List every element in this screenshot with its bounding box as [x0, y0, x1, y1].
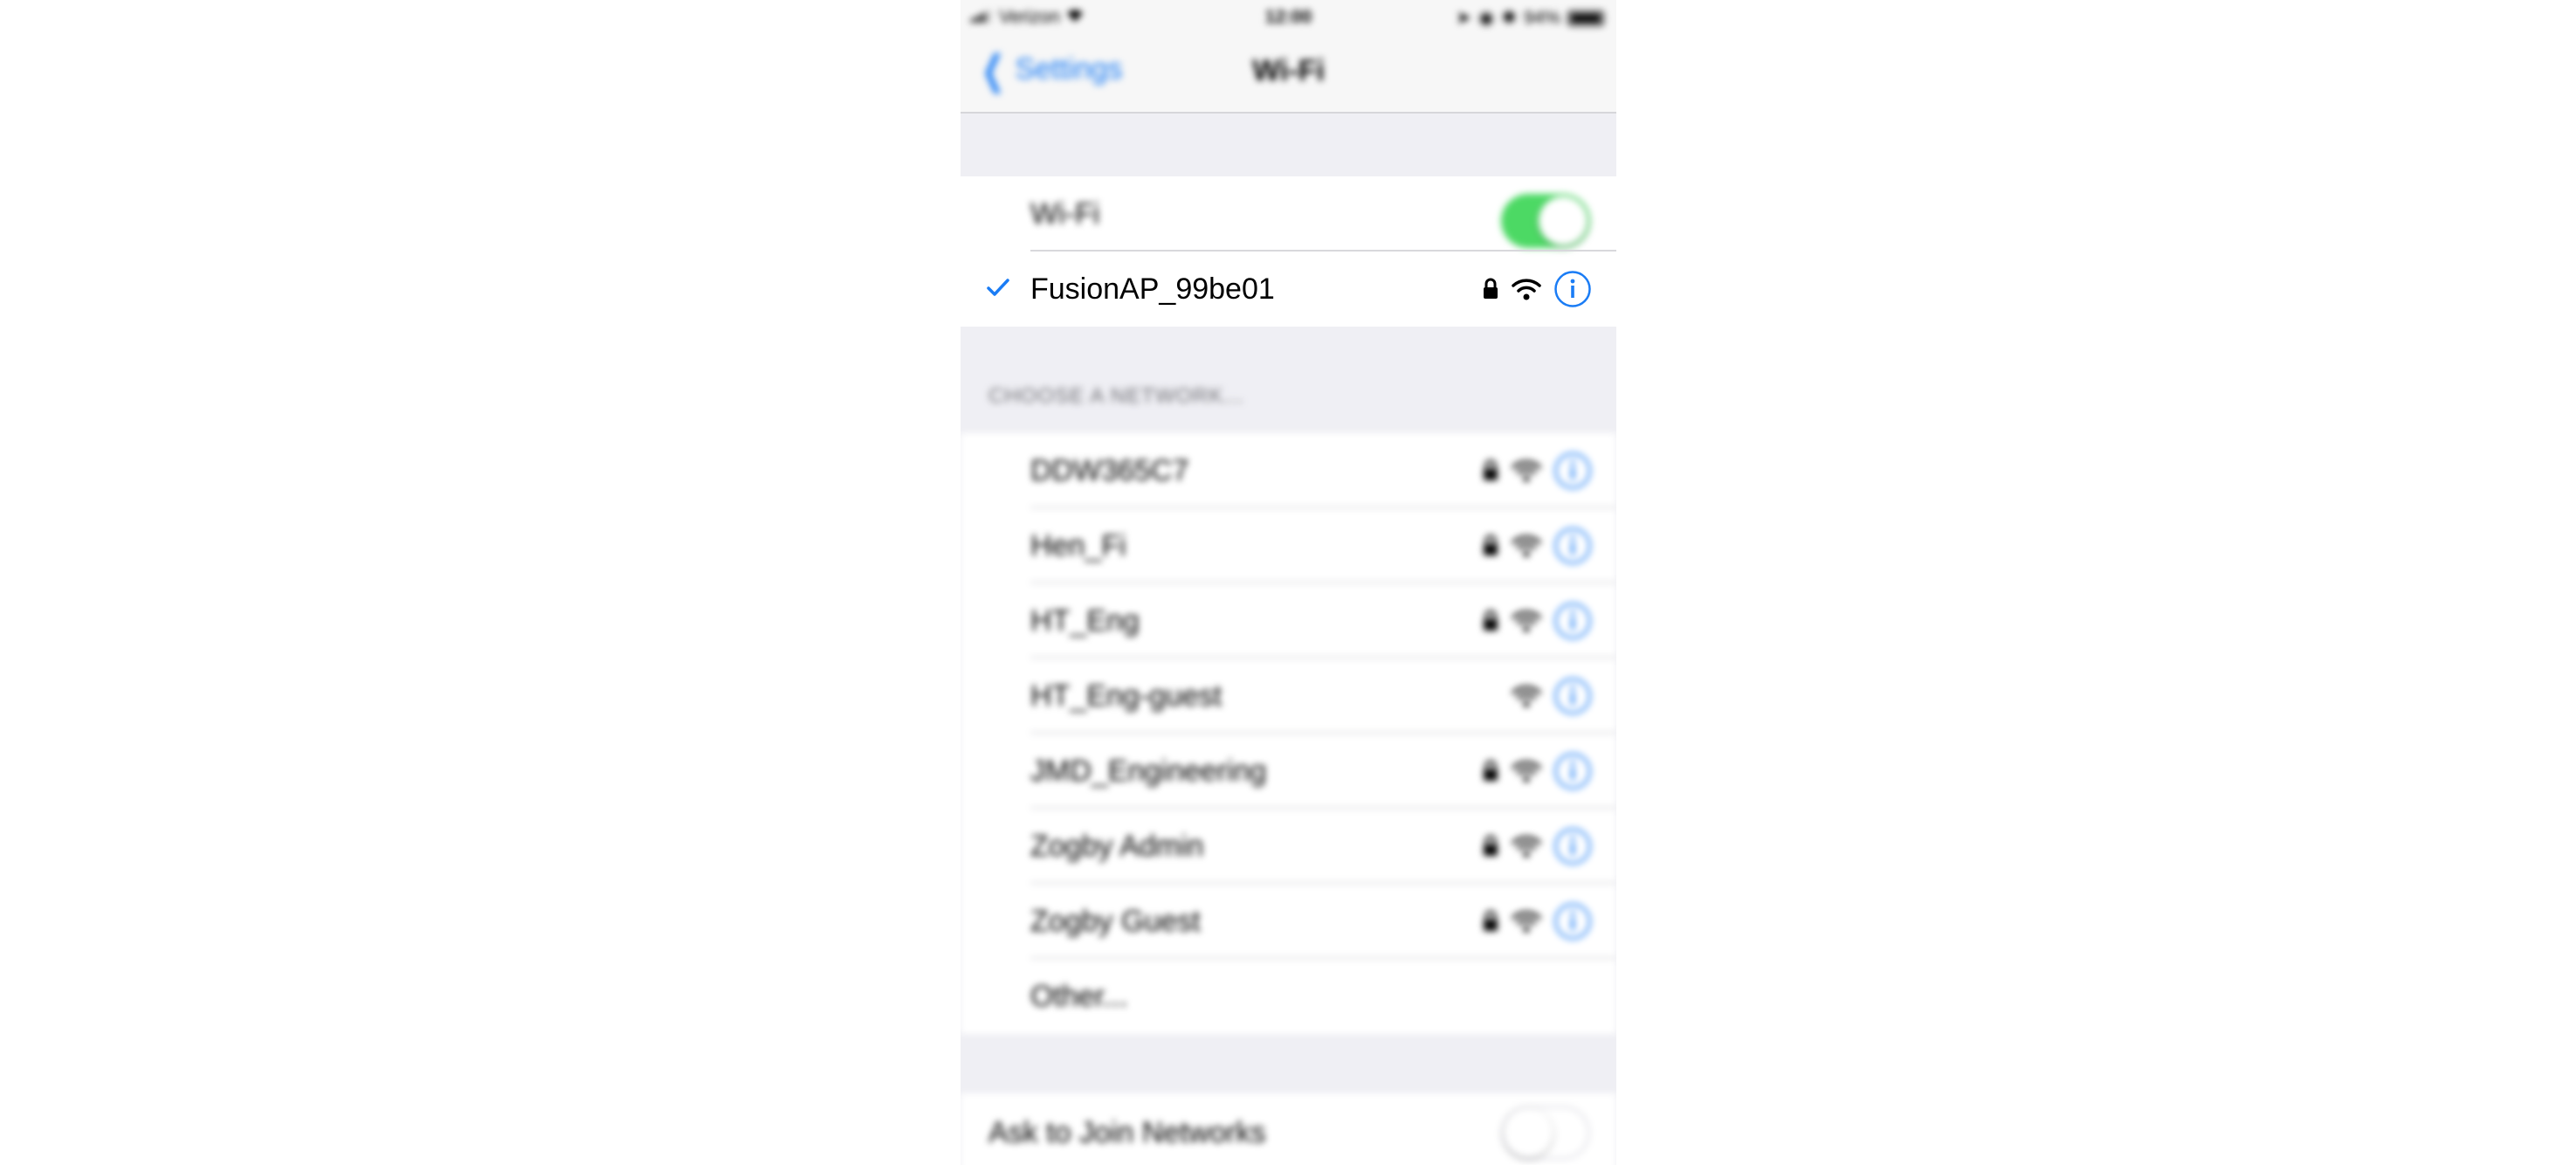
wifi-signal-icon [1512, 610, 1541, 632]
info-icon[interactable] [1553, 902, 1592, 941]
connected-network-name: FusionAP_99be01 [1030, 272, 1275, 306]
lock-icon [1482, 760, 1499, 782]
network-name: Zogby Guest [1030, 905, 1201, 938]
other-network-row[interactable]: Other... [961, 959, 1616, 1034]
wifi-toggle[interactable] [1501, 194, 1590, 248]
page-title: Wi-Fi [1252, 54, 1325, 87]
lock-icon [1482, 534, 1499, 557]
alarm-icon: ◉ [1478, 8, 1495, 28]
network-icons [1482, 508, 1592, 583]
other-network-label: Other... [1030, 980, 1128, 1013]
network-name: DDW365C7 [1030, 454, 1189, 487]
wifi-signal-icon [1512, 835, 1541, 858]
ask-to-join-label: Ask to Join Networks [988, 1116, 1266, 1149]
location-icon: ➤ [1456, 8, 1472, 28]
network-row[interactable]: HT_Eng-guest [961, 658, 1616, 734]
checkmark-icon [985, 274, 1011, 300]
network-row[interactable]: Hen_Fi [961, 508, 1616, 583]
battery-icon [1567, 10, 1604, 26]
info-icon[interactable] [1553, 752, 1592, 790]
network-icons [1482, 734, 1592, 809]
network-icons [1482, 433, 1592, 508]
status-bar: Verizon 12:00 ➤ ◉ ✱ 94% [961, 0, 1616, 35]
info-icon[interactable] [1553, 527, 1592, 565]
lock-icon [1482, 459, 1499, 482]
wifi-toggle-row: Wi-Fi [961, 176, 1616, 252]
bluetooth-icon: ✱ [1501, 8, 1517, 28]
ask-to-join-row: Ask to Join Networks [961, 1093, 1616, 1165]
info-icon[interactable] [1553, 270, 1592, 308]
connected-network-icons [1482, 252, 1592, 327]
lock-icon [1482, 610, 1499, 632]
network-icons [1482, 583, 1592, 658]
wifi-signal-icon [1512, 760, 1541, 782]
network-name: HT_Eng [1030, 604, 1140, 638]
info-icon[interactable] [1553, 677, 1592, 715]
network-row[interactable]: HT_Eng [961, 583, 1616, 658]
network-row[interactable]: Zogby Guest [961, 884, 1616, 959]
lock-icon [1482, 910, 1499, 933]
network-name: HT_Eng-guest [1030, 679, 1223, 713]
info-icon[interactable] [1553, 602, 1592, 640]
network-row[interactable]: DDW365C7 [961, 433, 1616, 508]
lock-icon [1482, 835, 1499, 858]
wifi-signal-icon [1512, 534, 1541, 557]
battery-percent: 94% [1523, 7, 1560, 28]
settings-screen: Verizon 12:00 ➤ ◉ ✱ 94% ❮ Settings Wi-Fi… [961, 0, 1616, 1165]
info-icon[interactable] [1553, 452, 1592, 490]
lock-icon [1482, 278, 1499, 300]
wifi-signal-icon [1512, 278, 1541, 300]
network-name: Zogby Admin [1030, 830, 1204, 863]
network-row[interactable]: JMD_Engineering [961, 734, 1616, 809]
network-row[interactable]: Zogby Admin [961, 809, 1616, 884]
wifi-signal-icon [1512, 459, 1541, 482]
wifi-group: Wi-Fi FusionAP_99be01 [961, 176, 1616, 327]
wifi-signal-icon [1512, 910, 1541, 933]
network-name: JMD_Engineering [1030, 755, 1267, 788]
info-icon[interactable] [1553, 827, 1592, 865]
network-list: DDW365C7 Hen_Fi HT_Eng HT_Eng-guest JMD_Engi… [961, 433, 1616, 1034]
choose-network-header: CHOOSE A NETWORK... [988, 384, 1244, 408]
network-icons [1512, 658, 1592, 734]
connected-network-row[interactable]: FusionAP_99be01 [961, 252, 1616, 327]
wifi-signal-icon [1512, 685, 1541, 707]
navigation-bar: Verizon 12:00 ➤ ◉ ✱ 94% ❮ Settings Wi-Fi [961, 0, 1616, 114]
network-name: Hen_Fi [1030, 529, 1126, 562]
network-icons [1482, 809, 1592, 884]
wifi-toggle-label: Wi-Fi [1030, 197, 1100, 231]
ask-to-join-toggle[interactable] [1501, 1106, 1590, 1160]
status-right-indicators: ➤ ◉ ✱ 94% [1456, 7, 1604, 29]
network-icons [1482, 884, 1592, 959]
